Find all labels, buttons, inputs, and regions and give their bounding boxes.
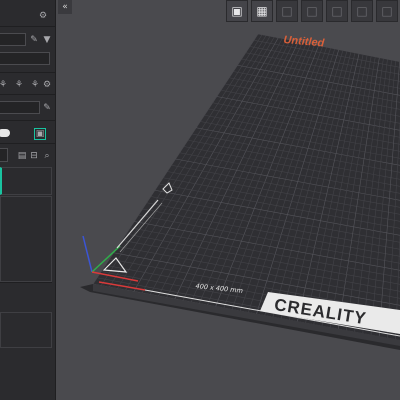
view-3d-cube-icon[interactable]: ▣ [226,0,248,22]
tool-5-icon[interactable]: □ [326,0,348,22]
collapse-icon[interactable]: ⊟ [29,151,39,161]
settings-icon[interactable]: ⚙ [38,11,48,21]
divider [0,72,56,73]
divider [0,94,56,95]
grid-layout-icon[interactable]: ▦ [251,0,273,22]
compare-icon[interactable]: ▣ [34,128,46,140]
tool-4-icon[interactable]: □ [301,0,323,22]
settings-group[interactable] [0,167,52,195]
adjust-icon[interactable]: ⚙ [42,80,52,90]
left-sidebar: ⚙ ✎ ▼ ⚘ ⚘ ⚘ ⚙ ✎ ▣ ▤ ⊟ ⌕ [0,0,56,400]
process-edit-icon[interactable]: ✎ [42,103,52,113]
material-3-icon[interactable]: ⚘ [30,80,40,90]
wifi-icon[interactable]: ▼ [42,35,52,45]
filament-field[interactable] [0,52,50,65]
tool-7-icon[interactable]: □ [376,0,398,22]
printer-select[interactable] [0,33,26,46]
advanced-toggle[interactable] [0,129,10,137]
axis-z [82,235,93,273]
save-icon[interactable]: ▤ [17,151,27,161]
divider [0,143,56,144]
process-select[interactable] [0,101,40,114]
search-icon[interactable]: ⌕ [42,151,52,161]
divider [0,26,56,27]
settings-list [0,196,52,282]
tool-6-icon[interactable]: □ [351,0,373,22]
collapse-sidebar-button[interactable]: « [58,0,72,14]
printer-bed[interactable] [0,0,400,400]
object-filter[interactable] [0,148,8,162]
tool-3-icon[interactable]: □ [276,0,298,22]
edit-icon[interactable]: ✎ [29,35,39,45]
divider [0,282,52,283]
settings-list-2 [0,312,52,348]
divider [0,120,56,121]
material-1-icon[interactable]: ⚘ [0,80,8,90]
material-2-icon[interactable]: ⚘ [14,80,24,90]
